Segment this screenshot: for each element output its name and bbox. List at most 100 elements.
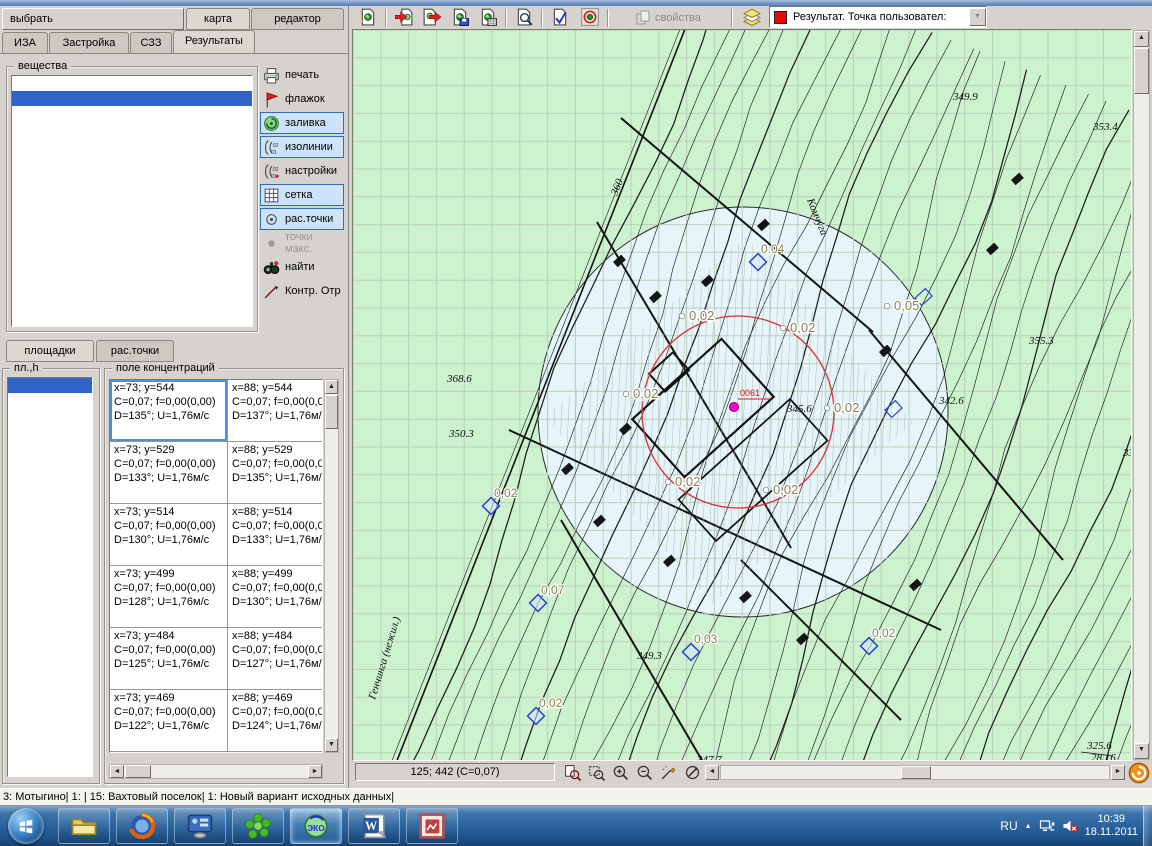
preview-icon[interactable] — [511, 6, 537, 28]
tab-szz[interactable]: СЗЗ — [130, 32, 172, 54]
concentration-cell[interactable]: x=73; y=469 C=0,07; f=0,00(0,00) D=122°;… — [110, 690, 228, 752]
concentration-cell[interactable]: x=73; y=499 C=0,07; f=0,00(0,00) D=128°;… — [110, 566, 228, 628]
taskbar-display-settings[interactable] — [174, 808, 226, 844]
tool-label: печать — [285, 69, 319, 81]
tool-button[interactable]: Контр. Отр — [260, 280, 344, 302]
properties-button[interactable]: свойства — [635, 7, 701, 29]
zoom-page-icon[interactable] — [561, 762, 583, 782]
measure-icon[interactable] — [657, 762, 679, 782]
tool-button[interactable]: найти — [260, 256, 344, 278]
map-vscroll-thumb[interactable] — [1134, 48, 1149, 94]
cell-concentration: C=0,07; f=0,00(0,00) — [232, 395, 323, 409]
new-result-icon[interactable] — [355, 6, 381, 28]
tool-button[interactable]: рас.точки — [260, 208, 344, 230]
volume-muted-icon[interactable] — [1062, 818, 1078, 834]
substances-group: вещества — [6, 66, 258, 332]
start-button[interactable] — [8, 808, 44, 844]
tool-button[interactable]: заливка — [260, 112, 344, 134]
concentration-table[interactable]: x=73; y=544 C=0,07; f=0,00(0,00) D=135°;… — [109, 379, 323, 753]
concentration-cell[interactable]: x=88; y=514 C=0,07; f=0,00(0,00) D=133°;… — [228, 504, 323, 566]
dropdown-arrow-icon[interactable]: ▼ — [969, 8, 986, 26]
tool-button[interactable]: 0201 изолинии — [260, 136, 344, 158]
tab-iza[interactable]: ИЗА — [2, 32, 48, 54]
table-result-icon[interactable] — [475, 6, 501, 28]
taskbar-firefox[interactable] — [116, 808, 168, 844]
tab-map[interactable]: карта — [186, 8, 250, 30]
layers-icon[interactable] — [739, 6, 765, 28]
tool-button[interactable]: 0201 настройки — [260, 160, 344, 182]
substance-item[interactable] — [12, 106, 252, 121]
substance-item[interactable] — [12, 121, 252, 136]
tool-button[interactable]: флажок — [260, 88, 344, 110]
save-result-icon[interactable] — [447, 6, 473, 28]
select-menu-button[interactable]: выбрать — [2, 8, 184, 30]
table-vscrollbar[interactable]: ▲ ▼ — [324, 379, 339, 753]
taskbar-explorer[interactable] — [58, 808, 110, 844]
substances-list[interactable] — [11, 75, 253, 327]
tab-results[interactable]: Результаты — [173, 30, 255, 54]
concentration-cell[interactable]: x=73; y=514 C=0,07; f=0,00(0,00) D=130°;… — [110, 504, 228, 566]
hscroll-thumb[interactable] — [125, 765, 151, 778]
taskbar-ecolog[interactable]: ЭКО — [290, 808, 342, 844]
sites-list[interactable] — [7, 377, 93, 777]
zoom-out-icon[interactable] — [633, 762, 655, 782]
export-result-icon[interactable] — [419, 6, 445, 28]
legend-color-swatch — [774, 11, 787, 24]
concentration-cell[interactable]: x=73; y=544 C=0,07; f=0,00(0,00) D=135°;… — [110, 380, 228, 442]
show-desktop-button[interactable] — [1143, 806, 1152, 846]
target-icon[interactable] — [577, 6, 603, 28]
substance-item[interactable] — [12, 76, 252, 91]
binoculars-icon — [263, 259, 280, 276]
concentration-cell[interactable]: x=73; y=529 C=0,07; f=0,00(0,00) D=133°;… — [110, 442, 228, 504]
isolines-icon: 0201 — [263, 139, 280, 156]
taskbar-image-editor[interactable] — [406, 808, 458, 844]
topo-label: 368.6 — [446, 373, 472, 385]
sites-group: пл.,h — [2, 368, 100, 784]
map-hscroll-thumb[interactable] — [901, 766, 931, 779]
vscroll-thumb[interactable] — [325, 395, 338, 429]
import-result-icon[interactable] — [391, 6, 417, 28]
concentration-cell[interactable]: x=88; y=484 C=0,07; f=0,00(0,00) D=127°;… — [228, 628, 323, 690]
table-hscrollbar[interactable]: ◄ ► — [109, 764, 323, 779]
scroll-up-icon[interactable]: ▲ — [1134, 31, 1149, 47]
zoom-in-icon[interactable] — [609, 762, 631, 782]
substance-item[interactable] — [12, 91, 252, 106]
map-vscrollbar[interactable]: ▲ ▼ — [1133, 30, 1150, 760]
tool-button[interactable]: печать — [260, 64, 344, 86]
clock[interactable]: 10:39 18.11.2011 — [1085, 813, 1138, 839]
concentration-cell[interactable]: x=88; y=499 C=0,07; f=0,00(0,00) D=130°;… — [228, 566, 323, 628]
tab-zastroyka[interactable]: Застройка — [49, 32, 129, 54]
concentration-cell[interactable]: x=73; y=484 C=0,07; f=0,00(0,00) D=125°;… — [110, 628, 228, 690]
scroll-right-icon[interactable]: ► — [1111, 765, 1125, 780]
zoom-rect-icon[interactable] — [585, 762, 607, 782]
scroll-left-icon[interactable]: ◄ — [110, 765, 124, 778]
check-result-icon[interactable] — [547, 6, 573, 28]
cell-coords: x=88; y=499 — [232, 567, 323, 581]
map-hscrollbar[interactable] — [720, 765, 1110, 780]
taskbar-icq[interactable] — [232, 808, 284, 844]
scroll-down-icon[interactable]: ▼ — [325, 738, 338, 752]
tab-sites[interactable]: площадки — [6, 340, 94, 362]
concentration-cell[interactable]: x=88; y=544 C=0,07; f=0,00(0,00) D=137°;… — [228, 380, 323, 442]
scroll-up-icon[interactable]: ▲ — [325, 380, 338, 394]
concentration-cell[interactable]: x=88; y=469 C=0,07; f=0,00(0,00) D=124°;… — [228, 690, 323, 752]
tool-button[interactable]: сетка — [260, 184, 344, 206]
scroll-right-icon[interactable]: ► — [308, 765, 322, 778]
network-icon[interactable] — [1039, 818, 1055, 834]
site-item[interactable] — [8, 378, 92, 393]
tab-editor[interactable]: редактор — [251, 8, 344, 30]
tray-expand-icon[interactable]: ▲ — [1025, 823, 1032, 830]
map-canvas[interactable]: 0,020,020,020,020,020,020,050.040,070,02… — [353, 30, 1131, 760]
tab-calc-points[interactable]: рас.точки — [96, 340, 174, 362]
tool-button[interactable]: точки макс. — [260, 232, 344, 254]
taskbar-word[interactable]: W — [348, 808, 400, 844]
concentration-group: поле концентраций x=73; y=544 C=0,07; f=… — [104, 368, 344, 784]
concentration-cell[interactable]: x=88; y=529 C=0,07; f=0,00(0,00) D=135°;… — [228, 442, 323, 504]
scroll-left-icon[interactable]: ◄ — [705, 765, 719, 780]
language-indicator[interactable]: RU — [1000, 819, 1017, 833]
toolbar-separator — [607, 9, 609, 27]
rotate-view-icon[interactable] — [681, 762, 703, 782]
ecolog-corner-icon[interactable] — [1128, 762, 1150, 784]
scroll-down-icon[interactable]: ▼ — [1134, 743, 1149, 759]
legend-dropdown[interactable]: Результат. Точка пользовател: ▼ — [769, 6, 987, 28]
